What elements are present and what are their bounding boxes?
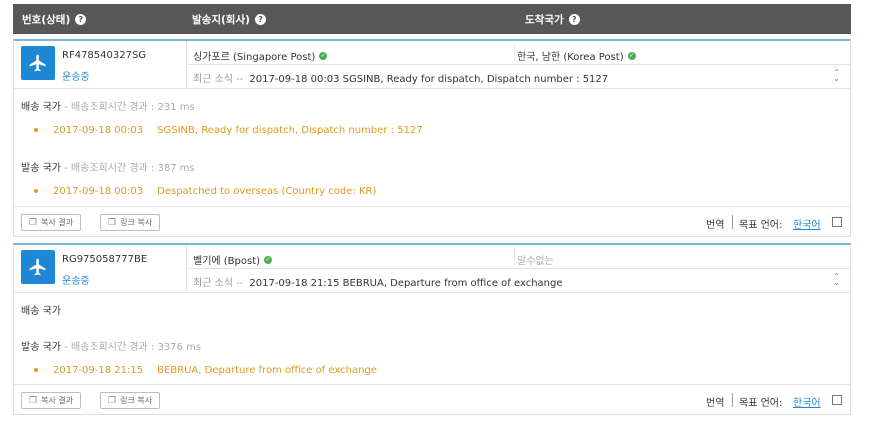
check-icon: ✓ [319, 51, 328, 60]
event-item: 2017-09-18 21:15 BEBRUA, Departure from … [34, 365, 377, 376]
origin-label: 벨기에 (Bpost) [193, 256, 261, 267]
help-icon[interactable]: ? [568, 14, 580, 25]
copy-link-button[interactable]: ❐ 링크 복사 [100, 214, 161, 231]
divider [514, 45, 515, 61]
tracking-card: RG975058777BE 운송중 벨기에 (Bpost) ✓ 알수없는 최근 … [13, 243, 851, 415]
copy-link-button[interactable]: ❐ 링크 복사 [100, 392, 161, 409]
event-text: BEBRUA, Departure from office of exchang… [157, 365, 377, 376]
origin-label: 싱가포르 (Singapore Post) [193, 52, 316, 63]
section-sub: - 배송조회시간 경과 : 231 ms [60, 102, 195, 113]
tracking-number: RG975058777BE [62, 254, 148, 265]
target-language-label: 목표 언어: [739, 220, 783, 231]
header-origin: 발송지(회사) ? [192, 12, 266, 27]
check-icon: ✓ [264, 255, 273, 264]
section-sub: - 배송조회시간 경과 : 3376 ms [60, 342, 202, 353]
divider [186, 64, 850, 65]
sort-arrows-icon[interactable]: ⌃ ⌄ [833, 273, 840, 287]
event-item: 2017-09-18 00:03 Despatched to overseas … [34, 186, 376, 197]
tracking-summary[interactable]: RG975058777BE 운송중 벨기에 (Bpost) ✓ 알수없는 최근 … [14, 245, 850, 293]
event-item: 2017-09-18 00:03 SGSINB, Ready for dispa… [34, 125, 423, 136]
section-name: 발송 국가 [21, 342, 61, 353]
header-destination: 도착국가 ? [525, 12, 580, 27]
target-language-link[interactable]: 한국어 [793, 216, 821, 231]
check-icon: ✓ [627, 51, 636, 60]
copy-result-button[interactable]: ❐ 복사 결과 [21, 392, 82, 409]
destination-carrier: 한국, 남한 (Korea Post) ✓ [517, 48, 636, 63]
header-number-status: 번호(상태) ? [22, 12, 87, 27]
origin-carrier: 싱가포르 (Singapore Post) ✓ [193, 48, 328, 63]
section-title: 배송 국가 - 배송조회시간 경과 : 231 ms [21, 98, 195, 113]
copy-icon: ❐ [29, 395, 38, 406]
tracking-card: RF478540327SG 운송중 싱가포르 (Singapore Post) … [13, 39, 851, 237]
tracking-number: RF478540327SG [62, 50, 147, 61]
event-text: SGSINB, Ready for dispatch, Dispatch num… [157, 125, 423, 136]
event-time: 2017-09-18 00:03 [53, 186, 144, 197]
latest-event: 최근 소식 -- 2017-09-18 00:03 SGSINB, Ready f… [193, 70, 608, 85]
timeline-dot [34, 128, 38, 132]
translate-label: 번역 [706, 398, 725, 409]
latest-text: 2017-09-18 21:15 BEBRUA, Departure from … [249, 278, 563, 289]
copy-result-button[interactable]: ❐ 복사 결과 [21, 214, 82, 231]
section-name: 배송 국가 [21, 102, 61, 113]
origin-carrier: 벨기에 (Bpost) ✓ [193, 252, 273, 267]
status-link[interactable]: 운송중 [62, 272, 90, 287]
header-number-label: 번호(상태) [22, 14, 71, 26]
latest-event: 최근 소식 -- 2017-09-18 21:15 BEBRUA, Departu… [193, 274, 563, 289]
copy-icon: ❐ [108, 217, 117, 228]
destination-label: 알수없는 [517, 256, 554, 267]
divider [514, 249, 515, 265]
divider [732, 393, 733, 407]
event-text: Despatched to overseas (Country code: KR… [157, 186, 377, 197]
copy-icon: ❐ [29, 217, 38, 228]
latest-label: 최근 소식 -- [193, 74, 244, 85]
button-label: 링크 복사 [120, 218, 153, 227]
destination-label: 한국, 남한 (Korea Post) [517, 52, 624, 63]
button-label: 링크 복사 [120, 396, 153, 405]
card-footer: ❐ 복사 결과 ❐ 링크 복사 번역 목표 언어: 한국어 [14, 384, 850, 414]
section-sub: - 배송조회시간 경과 : 387 ms [60, 163, 195, 174]
divider [186, 41, 187, 89]
section-title: 배송 국가 [21, 302, 61, 317]
tracking-summary[interactable]: RF478540327SG 운송중 싱가포르 (Singapore Post) … [14, 41, 850, 89]
section-title: 발송 국가 - 배송조회시간 경과 : 387 ms [21, 159, 195, 174]
target-language-label: 목표 언어: [739, 398, 783, 409]
target-language-link[interactable]: 한국어 [793, 394, 821, 409]
button-label: 복사 결과 [41, 218, 74, 227]
header-destination-label: 도착국가 [525, 14, 564, 26]
card-footer: ❐ 복사 결과 ❐ 링크 복사 번역 목표 언어: 한국어 [14, 206, 850, 236]
airplane-icon [21, 46, 55, 80]
event-time: 2017-09-18 21:15 [53, 365, 144, 376]
event-time: 2017-09-18 00:03 [53, 125, 144, 136]
translate-checkbox[interactable] [832, 395, 842, 405]
divider [186, 245, 187, 293]
translate-checkbox[interactable] [832, 217, 842, 227]
copy-icon: ❐ [108, 395, 117, 406]
table-header: 번호(상태) ? 발송지(회사) ? 도착국가 ? [13, 4, 851, 34]
latest-text: 2017-09-18 00:03 SGSINB, Ready for dispa… [249, 74, 609, 85]
destination-carrier: 알수없는 [517, 252, 554, 267]
help-icon[interactable]: ? [254, 14, 266, 25]
section-title: 발송 국가 - 배송조회시간 경과 : 3376 ms [21, 338, 201, 353]
latest-label: 최근 소식 -- [193, 278, 244, 289]
help-icon[interactable]: ? [75, 14, 87, 25]
timeline-dot [34, 189, 38, 193]
header-origin-label: 발송지(회사) [192, 14, 250, 26]
status-link[interactable]: 운송중 [62, 68, 90, 83]
button-label: 복사 결과 [41, 396, 74, 405]
timeline-dot [34, 368, 38, 372]
divider [186, 268, 850, 269]
section-name: 발송 국가 [21, 163, 61, 174]
translate-label: 번역 [706, 220, 725, 231]
divider [732, 215, 733, 229]
sort-arrows-icon[interactable]: ⌃ ⌄ [833, 69, 840, 83]
section-name: 배송 국가 [21, 306, 61, 317]
airplane-icon [21, 250, 55, 284]
